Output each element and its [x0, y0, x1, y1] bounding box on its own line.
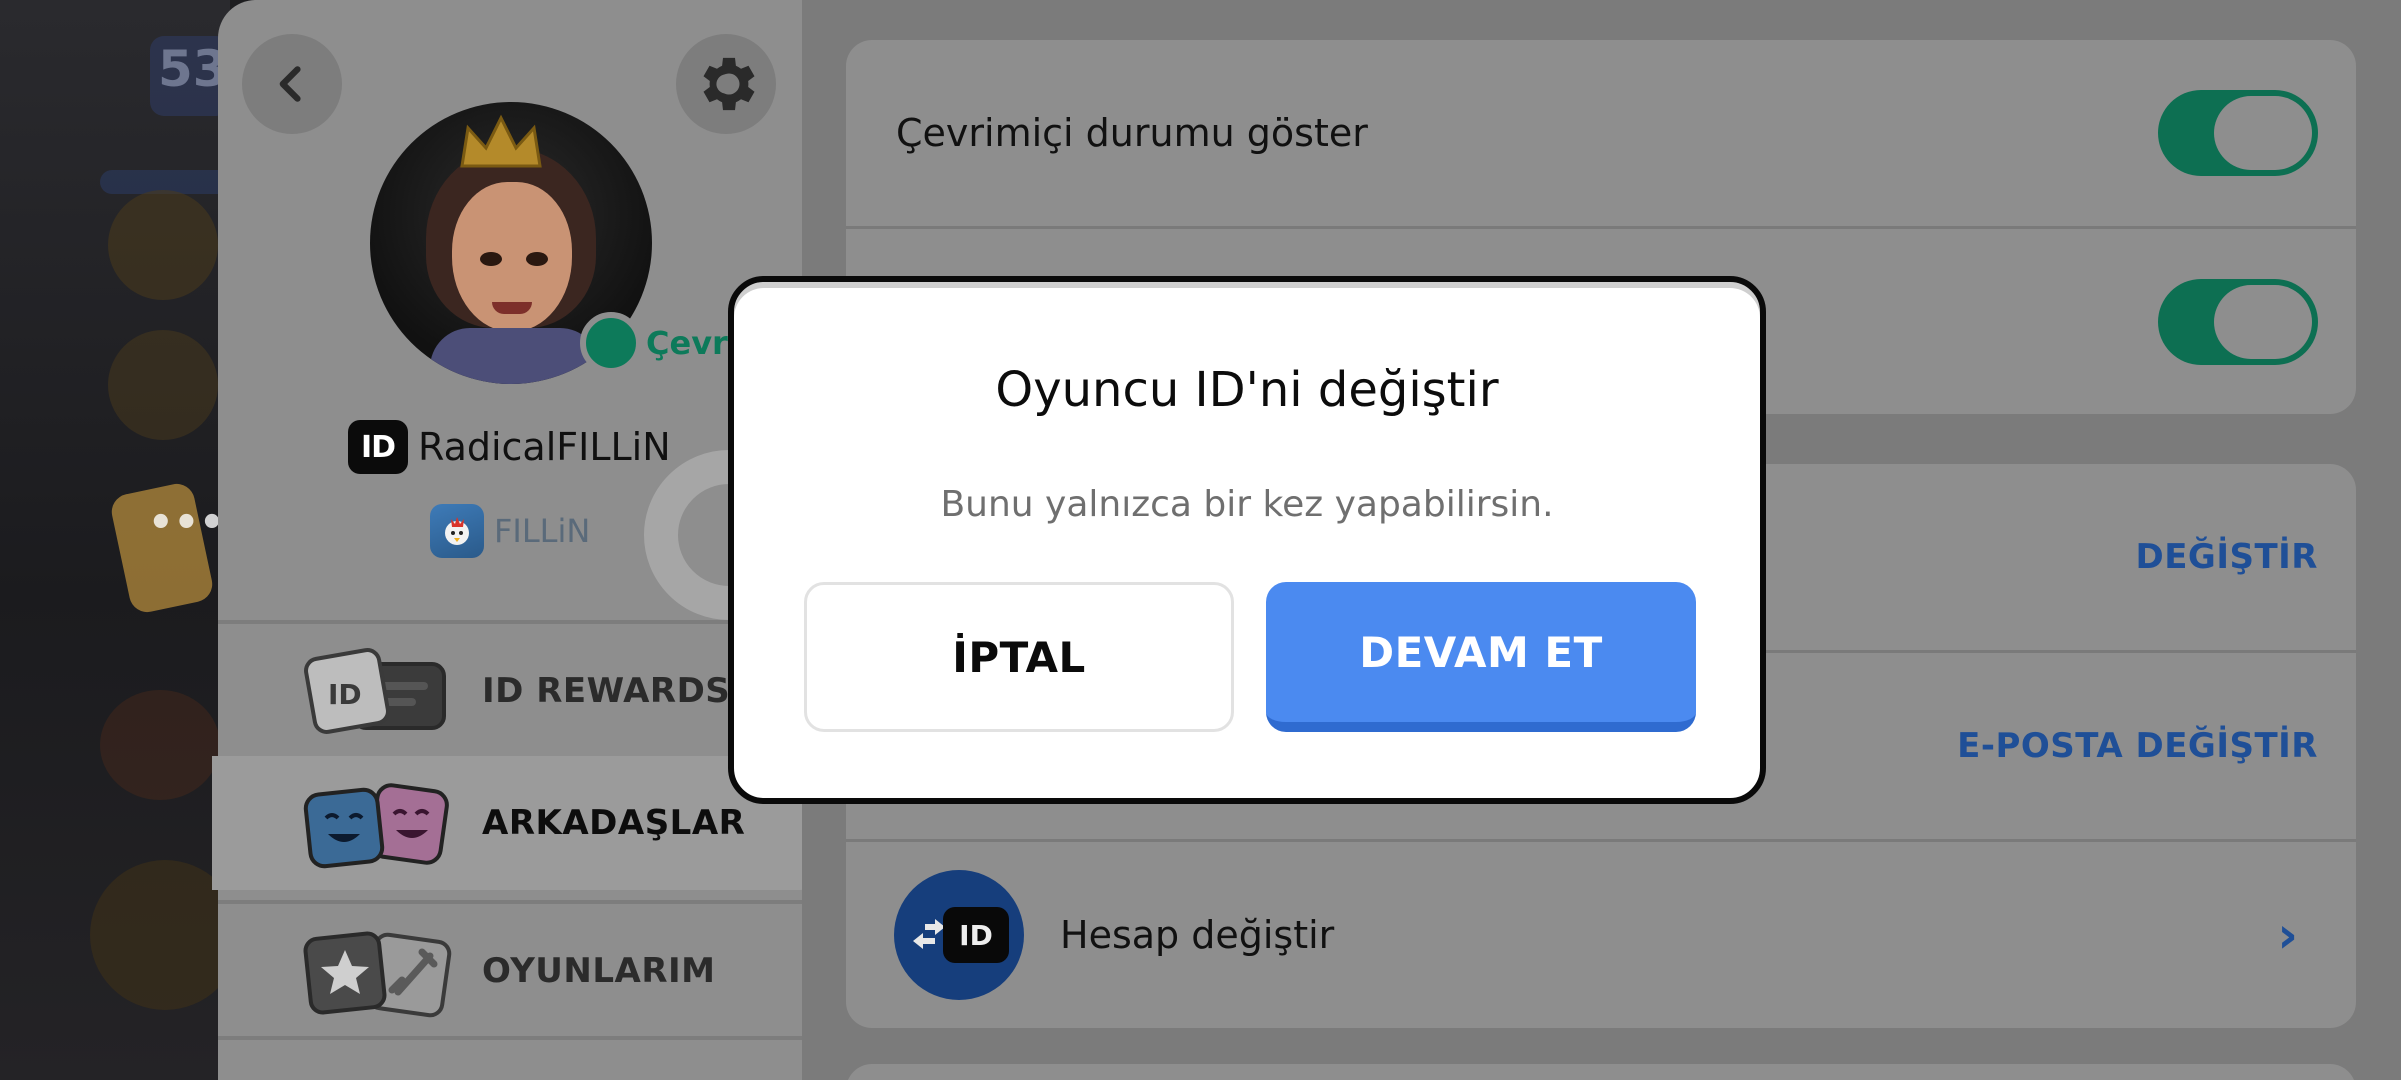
id-badge-icon: ID [348, 420, 408, 474]
menu-item-id-rewards[interactable]: ID ID REWARDS [218, 624, 802, 758]
online-status-dot [580, 312, 642, 374]
game-decoration [90, 860, 230, 1010]
online-status-label: Çevrimiçi durumu göster [896, 111, 1368, 155]
game-background: 53 ••• [0, 0, 230, 1080]
game-decoration [108, 190, 218, 300]
game-decoration [108, 330, 218, 440]
continue-button-label: DEVAM ET [1359, 627, 1603, 677]
player-name: RadicalFILLiN [418, 425, 671, 469]
next-settings-card [846, 1064, 2356, 1080]
chevron-left-icon [279, 66, 301, 102]
change-player-id-dialog: Oyuncu ID'ni değiştir Bunu yalnızca bir … [728, 276, 1766, 804]
divider [218, 1036, 802, 1040]
change-id-link[interactable]: DEĞİŞTİR [2135, 537, 2318, 577]
game-app-icon [430, 504, 484, 558]
gear-icon [703, 57, 755, 111]
svg-text:ID: ID [328, 678, 362, 711]
online-status-text: Çevri [646, 324, 739, 362]
back-button[interactable] [242, 34, 342, 134]
game-name-row: FILLiN [430, 504, 590, 558]
friends-faces-icon [303, 783, 449, 869]
rooster-icon [445, 517, 469, 545]
toggle-knob [2214, 96, 2312, 170]
online-status-row: Çevrimiçi durumu göster [846, 40, 2356, 226]
menu-label: ID REWARDS [482, 671, 731, 711]
cancel-button[interactable]: İPTAL [804, 582, 1234, 732]
change-email-link[interactable]: E-POSTA DEĞİŞTİR [1957, 726, 2318, 766]
settings-button[interactable] [676, 34, 776, 134]
dialog-subtitle: Bunu yalnızca bir kez yapabilirsin. [940, 484, 1554, 525]
second-toggle[interactable] [2158, 278, 2318, 365]
online-status-toggle[interactable] [2158, 90, 2318, 176]
player-id-row[interactable]: ID RadicalFILLiN [348, 420, 671, 474]
switch-account-row[interactable]: ID Hesap değiştir › [846, 842, 2356, 1028]
menu-label: OYUNLARIM [482, 951, 716, 991]
dialog-title: Oyuncu ID'ni değiştir [995, 362, 1499, 418]
switch-account-label: Hesap değiştir [1060, 913, 1335, 957]
chat-dots: ••• [148, 500, 225, 546]
menu-label: ARKADAŞLAR [482, 803, 746, 843]
continue-button[interactable]: DEVAM ET [1266, 582, 1696, 732]
chevron-right-icon: › [2277, 906, 2298, 964]
game-decoration [100, 690, 220, 800]
toggle-knob [2214, 284, 2312, 359]
id-cards-icon: ID [304, 648, 446, 734]
crown-icon [460, 114, 542, 168]
star-sword-icon [303, 931, 452, 1018]
cancel-button-label: İPTAL [952, 632, 1086, 682]
menu-item-friends[interactable]: ARKADAŞLAR [212, 756, 814, 890]
menu-item-my-games[interactable]: OYUNLARIM [218, 904, 802, 1038]
switch-account-icon: ID [894, 870, 1024, 1000]
game-name: FILLiN [494, 512, 591, 550]
id-badge-icon: ID [943, 907, 1009, 963]
